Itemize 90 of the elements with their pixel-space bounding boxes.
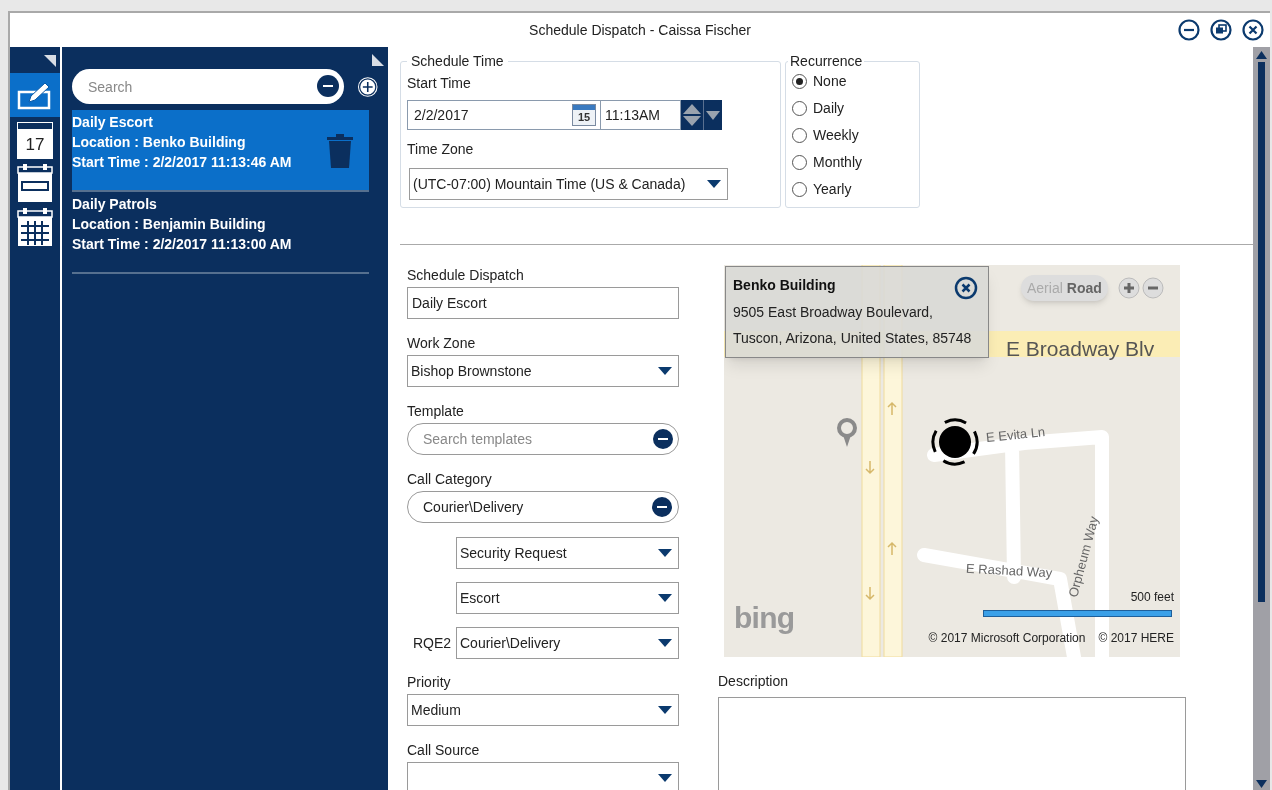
location-marker-icon [930,417,980,467]
caret-icon [658,594,672,602]
clear-icon[interactable] [652,497,672,517]
field-label: Schedule Dispatch [407,266,525,285]
up-arrow-icon[interactable] [1256,51,1267,59]
radio-button[interactable] [792,128,807,143]
close-icon[interactable] [1242,19,1264,41]
zoom-in-icon[interactable] [1118,277,1140,299]
field-label: Work Zone [407,334,477,353]
radio-button[interactable] [792,101,807,116]
street-label: E Rashad Way [965,559,1053,583]
caret-icon [707,180,721,188]
caret-icon [658,774,672,782]
group-title: Recurrence [789,52,864,71]
address-text: Tuscon, Arizona, United States, 85748 [733,329,972,348]
copyright-text: © 2017 HERE [1098,630,1174,647]
field-label: Template [407,402,465,421]
radio-label[interactable]: Daily [813,98,845,119]
caret-icon [658,367,672,375]
field-label: Description [718,672,790,691]
copyright-text: © 2017 Microsoft Corporation [928,630,1086,647]
field-label: Start Time [407,74,472,93]
popup-title: Benko Building [733,276,836,295]
collapse-icon[interactable] [44,55,56,67]
field-label: RQE2 [412,633,451,653]
down-arrow-icon[interactable] [683,116,701,126]
clear-icon[interactable] [316,75,339,97]
dropdown[interactable]: Security Request [456,537,679,569]
field-label: Priority [407,673,452,692]
edit-icon [17,80,53,110]
search-field[interactable]: Search templates [407,423,679,455]
schedule-title: Daily Escort [72,113,153,132]
clear-icon[interactable] [653,429,673,449]
schedule-item[interactable]: Daily Patrols Location : Benjamin Building Start Time : 2/2/2017 11:13:00 AM [72,192,369,274]
calendar-button[interactable]: 15 [572,104,596,126]
up-arrow-icon[interactable] [683,104,701,114]
group-title: Schedule Time [410,52,505,71]
text-field[interactable]: Daily Escort [407,287,679,319]
date-field[interactable]: 2/2/2017 15 [407,100,601,130]
caret-icon [658,549,672,557]
time-zone-dropdown[interactable]: (UTC-07:00) Mountain Time (US & Canada) [409,168,728,200]
street-label: E Evita Ln [985,422,1047,448]
restore-icon[interactable] [1210,19,1232,41]
street-label: Orpheum Way [1064,514,1103,600]
radio-label[interactable]: None [813,71,847,92]
location-text: Location : Benjamin Building [72,215,266,234]
window-title: Schedule Dispatch - Caissa Fischer [529,20,751,40]
pin-icon [836,417,858,449]
radio-label[interactable]: Yearly [813,179,852,200]
radio-button[interactable] [792,182,807,197]
field-label: Call Category [407,470,493,489]
start-time-text: Start Time : 2/2/2017 11:13:00 AM [72,235,292,254]
expand-icon[interactable] [372,54,384,66]
caret-icon [706,110,720,120]
field-label: Time Zone [407,140,475,159]
dropdown[interactable]: Escort [456,582,679,614]
add-icon[interactable] [356,75,378,98]
map-type-option[interactable]: Road [1066,277,1102,299]
caret-icon [658,706,672,714]
schedule-title: Daily Patrols [72,195,157,214]
map-logo: bing [734,603,795,633]
week-calendar-icon [17,163,53,203]
dropdown[interactable]: Courier\Delivery [456,627,679,659]
scale-label: 500 feet [1130,589,1174,606]
start-time-text: Start Time : 2/2/2017 11:13:46 AM [72,153,292,172]
close-icon[interactable] [954,276,978,300]
radio-button[interactable] [792,155,807,170]
field-label: Call Source [407,741,481,760]
radio-label[interactable]: Monthly [813,152,863,173]
search-field[interactable]: Search [72,69,344,104]
radio-label[interactable]: Weekly [813,125,859,146]
zoom-out-icon[interactable] [1142,277,1164,299]
street-label: E Broadway Blv [1006,336,1155,362]
dropdown[interactable] [407,762,679,790]
time-spinner[interactable] [681,100,703,130]
scrollbar[interactable] [1253,47,1270,790]
radio-button[interactable] [792,74,807,89]
schedule-item[interactable]: Daily Escort Location : Benko Building Start Time : 2/2/2017 11:13:46 AM [72,110,369,192]
minimize-icon[interactable] [1178,19,1200,41]
month-calendar-icon [17,207,53,247]
description-field[interactable] [718,697,1186,790]
address-text: 9505 East Broadway Boulevard, [733,303,933,322]
trash-icon[interactable] [327,134,353,168]
location-text: Location : Benko Building [72,133,246,152]
dropdown[interactable]: Bishop Brownstone [407,355,679,387]
caret-icon [658,639,672,647]
dropdown[interactable]: Medium [407,694,679,726]
time-dropdown-button[interactable] [703,100,722,130]
scrollbar-thumb[interactable] [1258,62,1265,602]
down-arrow-icon[interactable] [1256,780,1267,788]
